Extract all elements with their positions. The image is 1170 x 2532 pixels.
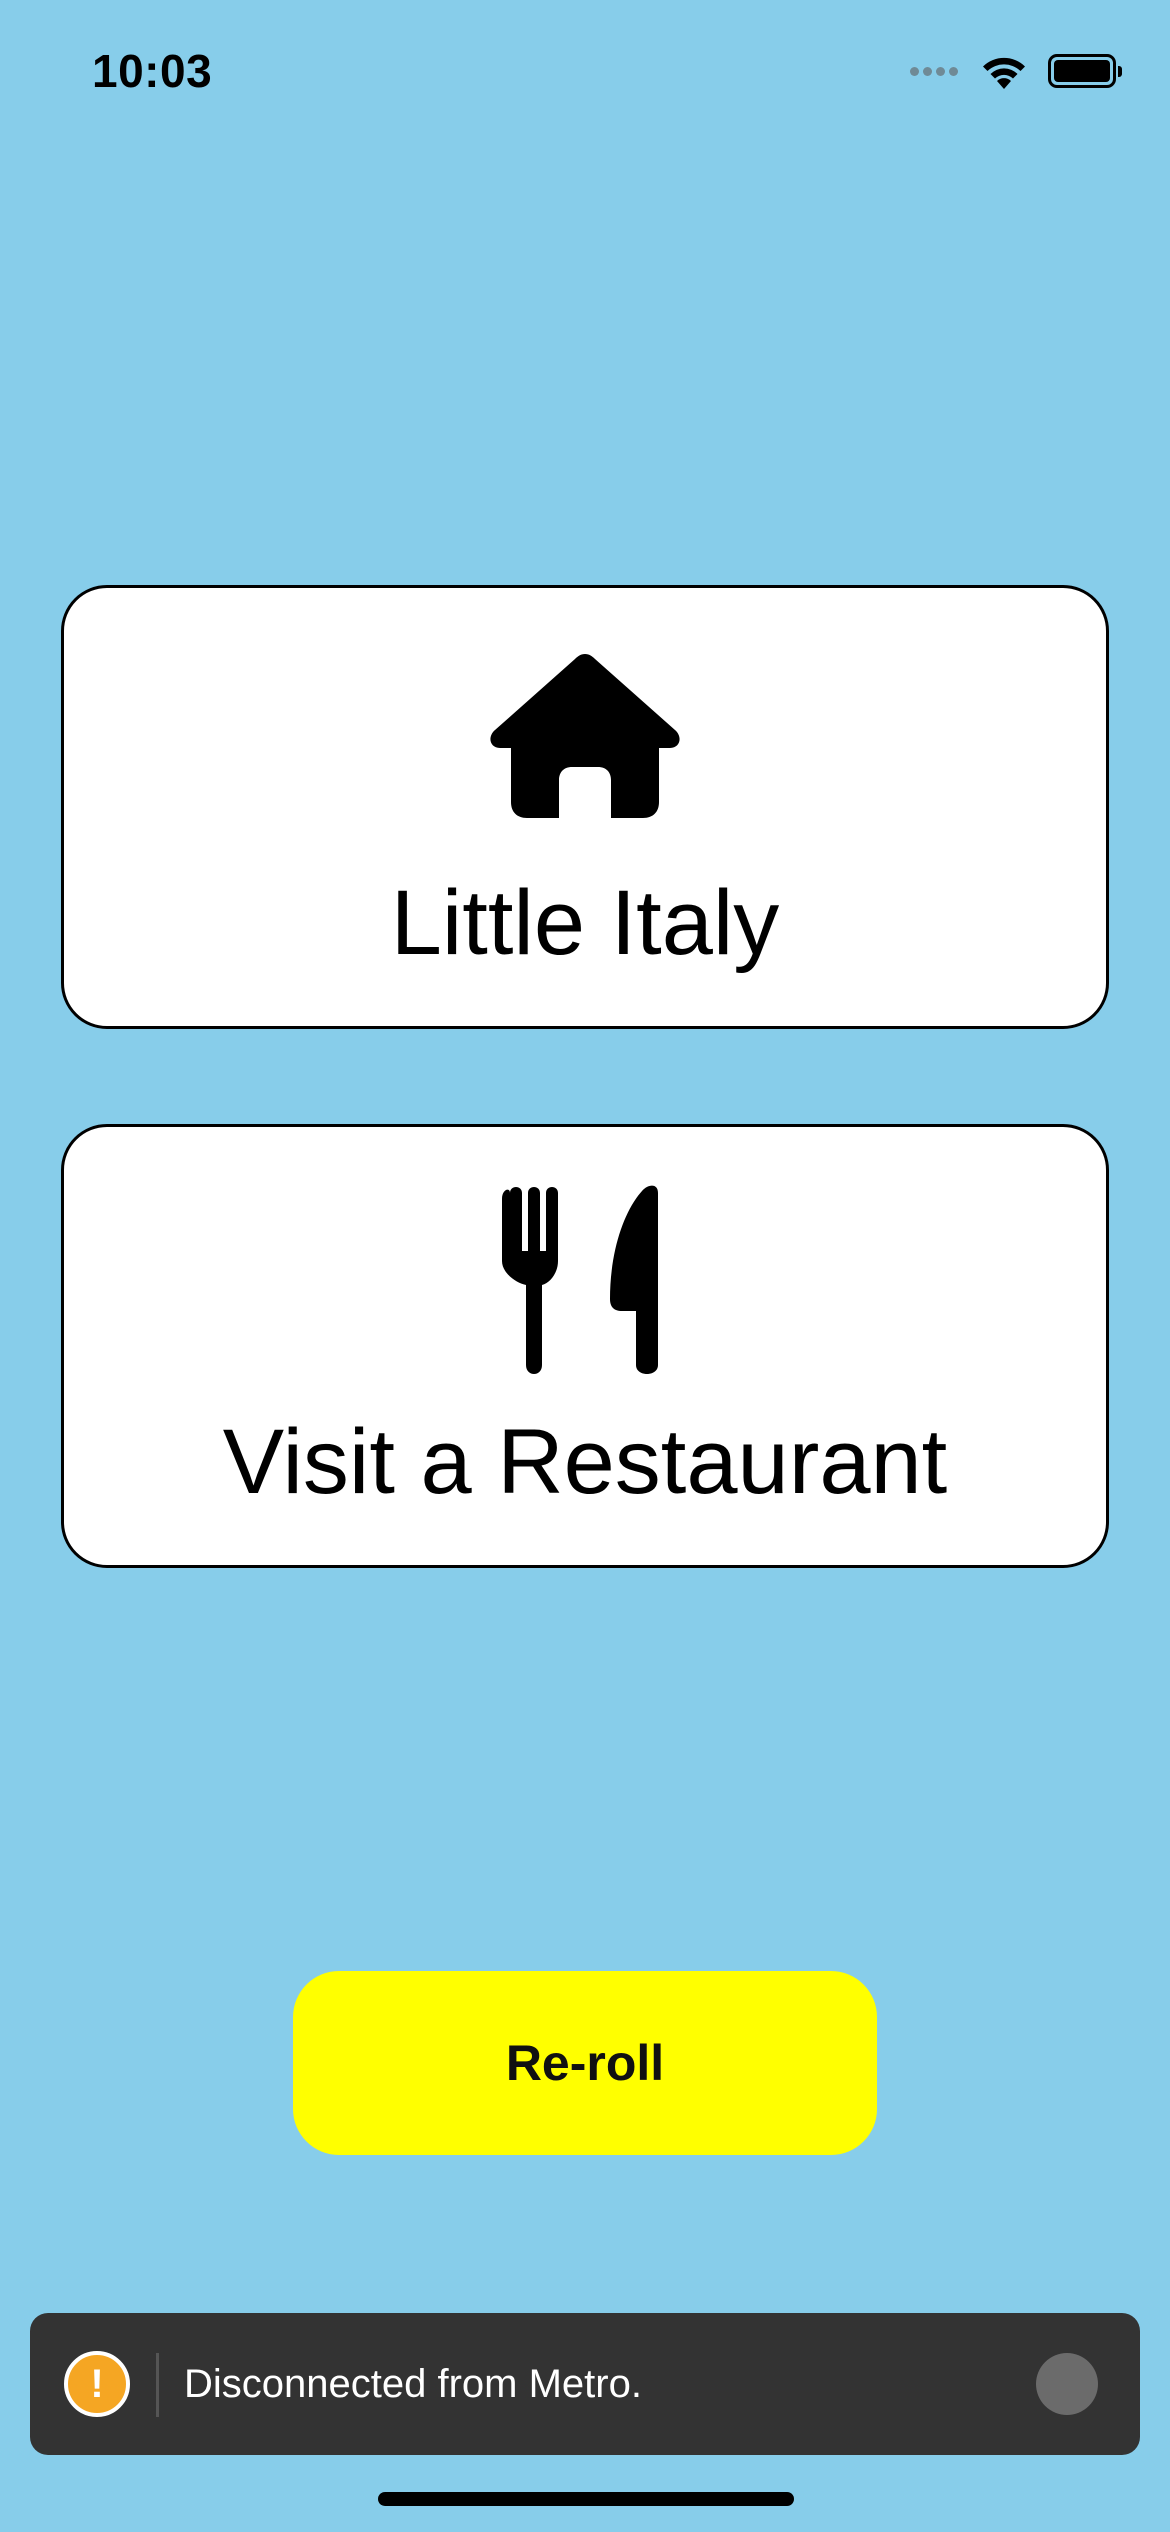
status-time: 10:03 <box>92 45 213 97</box>
visit-restaurant-card[interactable]: Visit a Restaurant <box>61 1124 1109 1568</box>
toast-divider <box>156 2353 159 2417</box>
metro-toast[interactable]: ! Disconnected from Metro. <box>30 2313 1140 2455</box>
little-italy-card[interactable]: Little Italy <box>61 585 1109 1029</box>
fork-knife-icon <box>502 1185 658 1374</box>
home-indicator[interactable] <box>378 2492 794 2506</box>
card-label: Visit a Restaurant <box>222 1411 948 1513</box>
house-icon <box>490 654 680 818</box>
toast-dismiss-button[interactable] <box>1036 2353 1098 2415</box>
card-label: Little Italy <box>390 872 780 974</box>
toast-message: Disconnected from Metro. <box>184 2362 642 2406</box>
reroll-button[interactable]: Re-roll <box>293 1971 877 2155</box>
cellular-signal-icon <box>908 66 960 76</box>
status-bar: 10:03 <box>0 0 1170 150</box>
warning-icon: ! <box>64 2351 130 2417</box>
battery-icon <box>1048 54 1122 88</box>
status-icons <box>908 52 1122 90</box>
wifi-icon <box>983 57 1025 89</box>
